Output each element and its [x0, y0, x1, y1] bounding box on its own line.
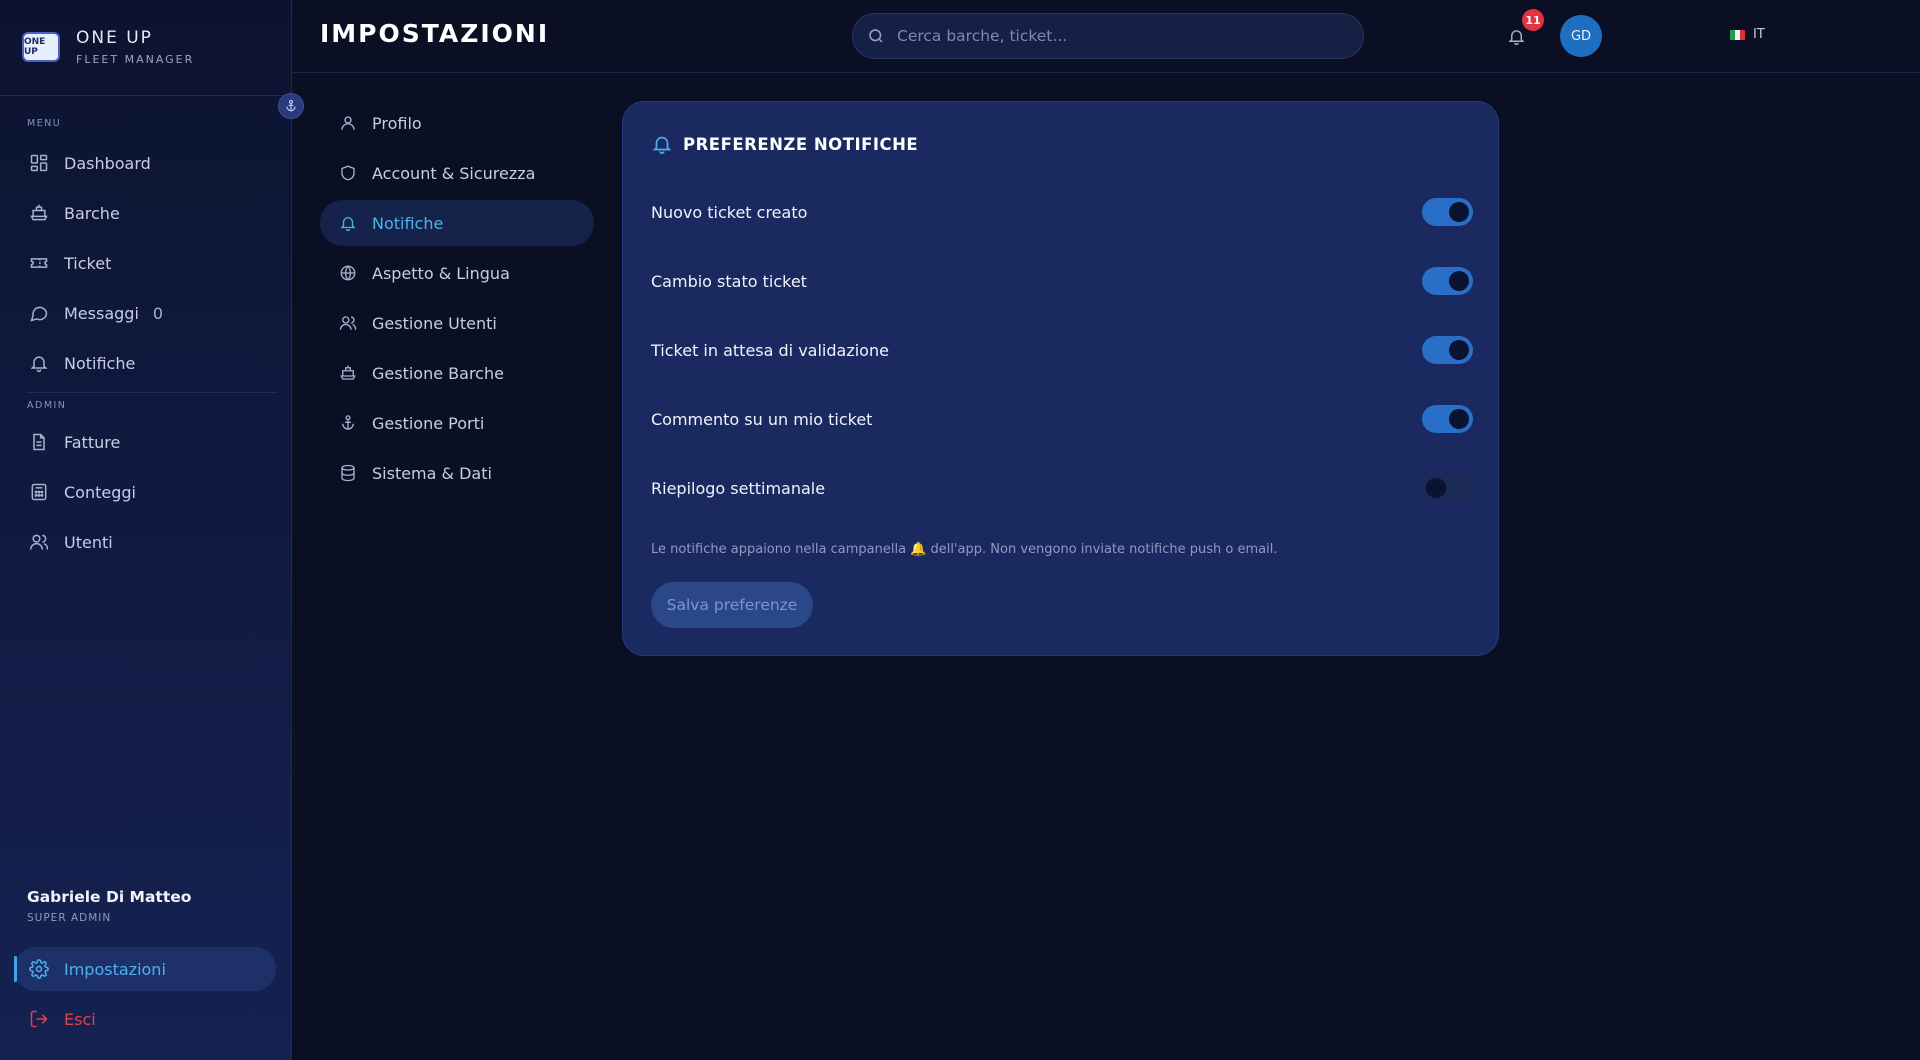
- settings-tab-porti[interactable]: Gestione Porti: [320, 400, 594, 446]
- preference-label: Cambio stato ticket: [651, 271, 807, 291]
- database-icon: [338, 463, 358, 483]
- card-title: PREFERENZE NOTIFICHE: [651, 133, 918, 155]
- shield-icon: [338, 163, 358, 183]
- logout-icon: [28, 1008, 50, 1030]
- gear-icon: [28, 958, 50, 980]
- sidebar: ONE UP ONE UP FLEET MANAGER MENU Dashboa…: [0, 0, 292, 1060]
- brand-logo: ONE UP: [22, 32, 60, 62]
- notification-preferences-card: PREFERENZE NOTIFICHE Nuovo ticket creato…: [622, 101, 1499, 656]
- sidebar-item-fatture[interactable]: Fatture: [14, 420, 276, 464]
- ticket-icon: [28, 252, 50, 274]
- sidebar-item-utenti[interactable]: Utenti: [14, 520, 276, 564]
- sidebar-item-ticket[interactable]: Ticket: [14, 241, 276, 285]
- user-name: Gabriele Di Matteo: [27, 888, 192, 906]
- message-icon: [28, 302, 50, 324]
- user-icon: [338, 113, 358, 133]
- brand-title: ONE UP: [76, 28, 153, 48]
- bell-icon: [651, 133, 673, 155]
- sidebar-item-barche[interactable]: Barche: [14, 191, 276, 235]
- sidebar-item-messaggi[interactable]: Messaggi 0: [14, 291, 276, 335]
- top-header: IMPOSTAZIONI IT: [292, 0, 1920, 73]
- toggle-commento[interactable]: [1422, 405, 1473, 433]
- save-preferences-button[interactable]: Salva preferenze: [651, 582, 813, 628]
- preference-label: Riepilogo settimanale: [651, 478, 826, 498]
- bell-icon: [338, 213, 358, 233]
- preference-row: Commento su un mio ticket: [651, 399, 1473, 439]
- preference-row: Cambio stato ticket: [651, 261, 1473, 301]
- settings-tab-notifiche[interactable]: Notifiche: [320, 200, 594, 246]
- toggle-cambio-stato[interactable]: [1422, 267, 1473, 295]
- user-role: SUPER ADMIN: [27, 912, 112, 924]
- sidebar-item-conteggi[interactable]: Conteggi: [14, 470, 276, 514]
- bell-icon: [1507, 27, 1526, 46]
- sidebar-item-impostazioni[interactable]: Impostazioni: [14, 947, 276, 991]
- preference-label: Nuovo ticket creato: [651, 202, 808, 222]
- toggle-attesa-validazione[interactable]: [1422, 336, 1473, 364]
- boat-icon: [338, 363, 358, 383]
- sidebar-item-dashboard[interactable]: Dashboard: [14, 141, 276, 185]
- avatar[interactable]: GD: [1560, 15, 1602, 57]
- settings-tab-profilo[interactable]: Profilo: [320, 100, 594, 146]
- brand-divider: [0, 95, 291, 96]
- settings-tab-utenti[interactable]: Gestione Utenti: [320, 300, 594, 346]
- info-note: Le notifiche appaiono nella campanella 🔔…: [651, 542, 1278, 557]
- search-input[interactable]: [897, 27, 1317, 45]
- boat-icon: [28, 202, 50, 224]
- italy-flag-icon: [1730, 29, 1745, 40]
- preference-row: Riepilogo settimanale: [651, 468, 1473, 508]
- sidebar-item-notifiche[interactable]: Notifiche: [14, 341, 276, 385]
- preference-label: Commento su un mio ticket: [651, 409, 873, 429]
- preference-row: Ticket in attesa di validazione: [651, 330, 1473, 370]
- globe-icon: [338, 263, 358, 283]
- calculator-icon: [28, 481, 50, 503]
- invoice-icon: [28, 431, 50, 453]
- language-code: IT: [1753, 27, 1765, 42]
- users-icon: [338, 313, 358, 333]
- active-indicator: [14, 956, 17, 982]
- search-bar[interactable]: [852, 13, 1364, 59]
- brand[interactable]: ONE UP ONE UP FLEET MANAGER: [22, 22, 194, 72]
- dashboard-icon: [28, 152, 50, 174]
- users-icon: [28, 531, 50, 553]
- settings-tab-sistema[interactable]: Sistema & Dati: [320, 450, 594, 496]
- settings-tab-account[interactable]: Account & Sicurezza: [320, 150, 594, 196]
- page-title: IMPOSTAZIONI: [320, 19, 550, 48]
- preference-label: Ticket in attesa di validazione: [651, 340, 889, 360]
- toggle-nuovo-ticket[interactable]: [1422, 198, 1473, 226]
- language-selector[interactable]: IT: [1730, 27, 1765, 42]
- menu-section-label: MENU: [27, 118, 62, 129]
- settings-tab-barche[interactable]: Gestione Barche: [320, 350, 594, 396]
- search-icon: [867, 27, 885, 45]
- brand-subtitle: FLEET MANAGER: [76, 53, 195, 66]
- settings-tab-aspetto[interactable]: Aspetto & Lingua: [320, 250, 594, 296]
- sidebar-collapse-button[interactable]: [278, 93, 304, 119]
- anchor-icon: [338, 413, 358, 433]
- toggle-riepilogo[interactable]: [1422, 474, 1473, 502]
- logout-button[interactable]: Esci: [14, 997, 276, 1041]
- section-divider: [27, 392, 277, 393]
- preference-row: Nuovo ticket creato: [651, 192, 1473, 232]
- messages-count: 0: [152, 303, 164, 323]
- admin-section-label: ADMIN: [27, 400, 67, 411]
- bell-icon: [28, 352, 50, 374]
- anchor-icon: [284, 99, 298, 113]
- notification-badge: 11: [1522, 9, 1544, 31]
